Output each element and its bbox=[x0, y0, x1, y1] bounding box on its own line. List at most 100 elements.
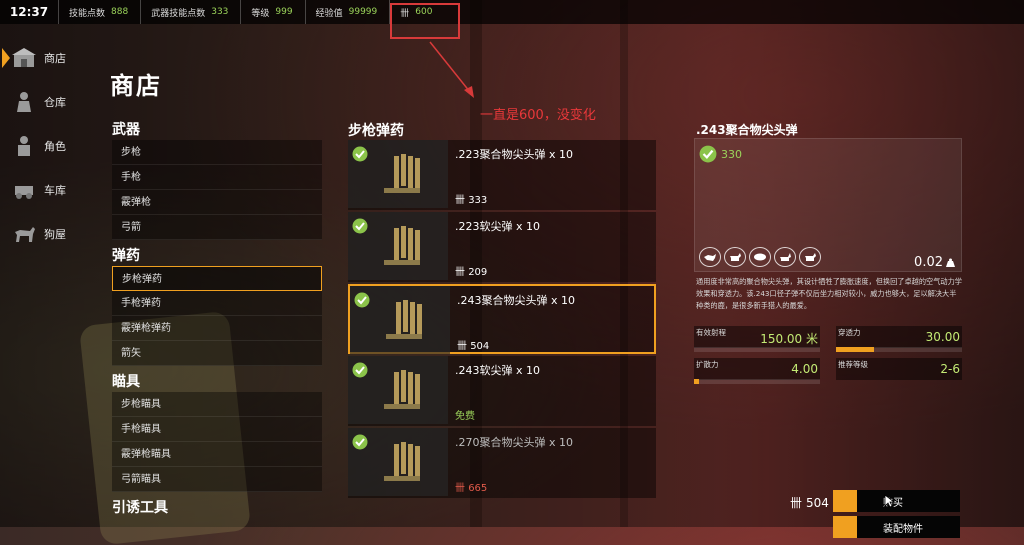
equip-button[interactable]: 装配物件 bbox=[833, 516, 960, 538]
product-name: .270聚合物尖头弹 x 10 bbox=[455, 436, 573, 449]
stat-value: 2-6 bbox=[940, 362, 960, 376]
product-item[interactable]: .243软尖弹 x 10 免费 bbox=[348, 356, 656, 426]
active-indicator bbox=[2, 48, 10, 68]
ammo-icon bbox=[384, 442, 420, 481]
page-title: 商店 bbox=[110, 72, 162, 100]
product-item-selected[interactable]: .243聚合物尖头弹 x 10 卌 504 bbox=[348, 284, 656, 354]
category-item-selected[interactable]: 步枪弹药 bbox=[112, 266, 322, 291]
stat-label: 等级 bbox=[251, 8, 270, 19]
stat-label: 扩散力 bbox=[696, 360, 719, 369]
currency-icon: 卌 bbox=[455, 483, 465, 494]
nav-item-warehouse[interactable]: 仓库 bbox=[0, 80, 80, 124]
stat-value: 150.00 米 bbox=[760, 332, 818, 346]
category-header: 瞄具 bbox=[112, 374, 140, 390]
buy-button[interactable]: 购买 bbox=[833, 490, 960, 512]
stat-bar bbox=[836, 347, 962, 352]
nav-item-dog-house[interactable]: 狗屋 bbox=[0, 212, 80, 256]
stat-bar-fill bbox=[836, 347, 874, 352]
category-item[interactable]: 步枪 bbox=[112, 140, 322, 165]
stat-bar bbox=[694, 379, 820, 384]
owned-check-icon bbox=[352, 218, 368, 234]
annotation-highlight-box bbox=[390, 3, 460, 39]
category-item[interactable]: 箭矢 bbox=[112, 341, 322, 366]
stat-experience: 经验值 99999 bbox=[304, 0, 390, 24]
detail-preview: 330 0.02 bbox=[694, 138, 962, 272]
stat-value: 30.00 bbox=[925, 330, 960, 344]
detail-title: .243聚合物尖头弹 bbox=[696, 123, 798, 137]
product-name: .243软尖弹 x 10 bbox=[455, 364, 540, 377]
ammo-icon bbox=[384, 154, 420, 193]
category-item[interactable]: 霰弹枪弹药 bbox=[112, 316, 322, 341]
price-value: 504 bbox=[470, 341, 490, 352]
side-navigation: 商店 仓库 角色 车库 狗屋 bbox=[0, 36, 80, 256]
fox-icon bbox=[699, 247, 721, 267]
boar-icon bbox=[749, 247, 771, 267]
garage-icon bbox=[10, 178, 38, 202]
ammo-icon bbox=[386, 300, 422, 339]
currency-icon: 卌 bbox=[455, 267, 465, 278]
product-price: 卌 504 bbox=[457, 337, 489, 352]
product-price: 卌 665 bbox=[455, 479, 487, 494]
product-name: .223软尖弹 x 10 bbox=[455, 220, 540, 233]
category-list: 武器 步枪 手枪 霰弹枪 弓箭 弹药 步枪弹药 手枪弹药 霰弹枪弹药 箭矢 瞄具… bbox=[112, 120, 322, 518]
stat-expansion: 扩散力 4.00 bbox=[694, 358, 820, 384]
stat-value: 999 bbox=[275, 7, 293, 17]
nav-label: 仓库 bbox=[44, 96, 66, 109]
category-item[interactable]: 弓箭 bbox=[112, 215, 322, 240]
ammo-icon bbox=[384, 226, 420, 265]
category-header: 弹药 bbox=[112, 248, 140, 264]
clock: 12:37 bbox=[9, 5, 49, 19]
price-value: 504 bbox=[806, 495, 829, 510]
owned-check-icon bbox=[354, 292, 370, 308]
buy-button-accent bbox=[833, 490, 857, 512]
stat-range: 有效射程 150.00 米 bbox=[694, 326, 820, 352]
annotation-text: 一直是600，没变化 bbox=[480, 108, 596, 123]
store-icon bbox=[10, 46, 38, 70]
stat-value: 4.00 bbox=[791, 362, 818, 376]
owned-check-icon bbox=[352, 434, 368, 450]
elk-icon bbox=[774, 247, 796, 267]
stat-skill-points: 技能点数 888 bbox=[58, 0, 140, 24]
product-item[interactable]: .223软尖弹 x 10 卌 209 bbox=[348, 212, 656, 282]
mouse-cursor-icon bbox=[884, 494, 896, 508]
category-item[interactable]: 手枪弹药 bbox=[112, 291, 322, 316]
currency-icon: 卌 bbox=[455, 195, 465, 206]
stat-bar bbox=[694, 347, 820, 352]
stat-value: 333 bbox=[211, 7, 229, 17]
price-value: 209 bbox=[468, 267, 488, 278]
top-status-bar: 12:37 技能点数 888 武器技能点数 333 等级 999 经验值 999… bbox=[0, 0, 1024, 24]
currency-icon: 卌 bbox=[457, 341, 467, 352]
category-item[interactable]: 手枪瞄具 bbox=[112, 417, 322, 442]
product-name: .243聚合物尖头弹 x 10 bbox=[457, 294, 575, 307]
score-value: 330 bbox=[721, 147, 742, 161]
stat-label: 推荐等级 bbox=[838, 360, 868, 369]
price-value: 665 bbox=[468, 483, 488, 494]
nav-item-character[interactable]: 角色 bbox=[0, 124, 80, 168]
stat-penetration: 穿透力 30.00 bbox=[836, 326, 962, 352]
category-item[interactable]: 霰弹枪瞄具 bbox=[112, 442, 322, 467]
equip-button-accent bbox=[833, 516, 857, 538]
nav-label: 车库 bbox=[44, 184, 66, 197]
product-item[interactable]: .223聚合物尖头弹 x 10 卌 333 bbox=[348, 140, 656, 210]
item-weight: 0.02 bbox=[914, 255, 955, 270]
stat-label: 有效射程 bbox=[696, 328, 726, 337]
category-header: 武器 bbox=[112, 122, 140, 138]
category-item[interactable]: 手枪 bbox=[112, 165, 322, 190]
product-item[interactable]: .270聚合物尖头弹 x 10 卌 665 bbox=[348, 428, 656, 498]
nav-item-store[interactable]: 商店 bbox=[0, 36, 80, 80]
category-item[interactable]: 弓箭瞄具 bbox=[112, 467, 322, 492]
detail-score: 330 bbox=[699, 145, 742, 163]
category-item[interactable]: 霰弹枪 bbox=[112, 190, 322, 215]
weight-value: 0.02 bbox=[914, 255, 943, 270]
deer-icon bbox=[724, 247, 746, 267]
nav-item-garage[interactable]: 车库 bbox=[0, 168, 80, 212]
category-item[interactable]: 步枪瞄具 bbox=[112, 392, 322, 417]
purchase-price: 卌 504 bbox=[790, 494, 829, 511]
stat-label: 经验值 bbox=[315, 8, 343, 19]
ammo-icon bbox=[384, 370, 420, 409]
product-price: 卌 209 bbox=[455, 263, 487, 278]
product-price: 卌 333 bbox=[455, 191, 487, 206]
deer-icon bbox=[799, 247, 821, 267]
product-name: .223聚合物尖头弹 x 10 bbox=[455, 148, 573, 161]
stat-value: 99999 bbox=[348, 7, 378, 17]
